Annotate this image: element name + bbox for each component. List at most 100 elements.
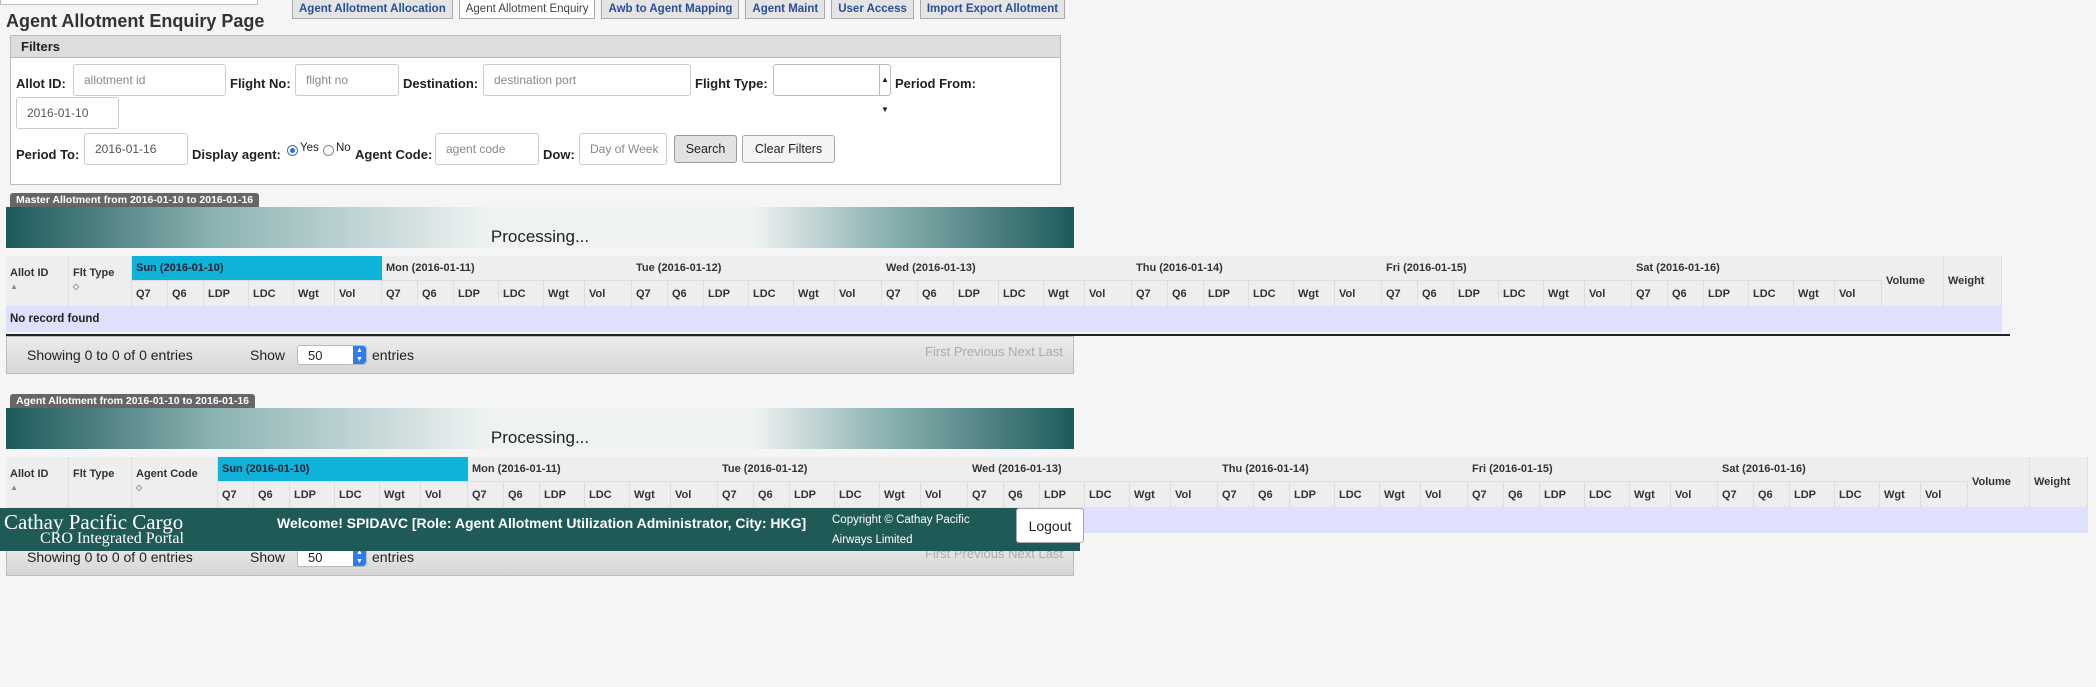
sub-column-header[interactable]: LDP (1040, 481, 1085, 507)
sub-column-header[interactable]: Wgt (1044, 280, 1085, 306)
sub-column-header[interactable]: LDC (999, 280, 1044, 306)
day-header[interactable]: Mon (2016-01-11) (468, 457, 718, 481)
sub-column-header[interactable]: LDC (1249, 280, 1294, 306)
tab-awb-to-agent-mapping[interactable]: Awb to Agent Mapping (601, 0, 740, 19)
sub-column-header[interactable]: Vol (671, 481, 718, 507)
sub-column-header[interactable]: Q7 (968, 481, 1004, 507)
tab-agent-maint[interactable]: Agent Maint (745, 0, 826, 19)
flt-type-column-header[interactable]: Flt Type (69, 457, 132, 507)
clear-filters-button[interactable]: Clear Filters (742, 135, 835, 163)
sub-column-header[interactable]: LDP (1290, 481, 1335, 507)
flt-type-column-header[interactable]: Flt Type ◇ (69, 256, 132, 306)
sub-column-header[interactable]: LDC (1585, 481, 1630, 507)
sub-column-header[interactable]: Q6 (918, 280, 954, 306)
sub-column-header[interactable]: Q6 (668, 280, 704, 306)
sub-column-header[interactable]: Wgt (1794, 280, 1835, 306)
day-header[interactable]: Tue (2016-01-12) (718, 457, 968, 481)
sub-column-header[interactable]: Vol (1085, 280, 1132, 306)
tab-user-access[interactable]: User Access (831, 0, 914, 19)
sub-column-header[interactable]: LDC (249, 280, 294, 306)
logout-button[interactable]: Logout (1016, 508, 1084, 543)
display-agent-yes-radio[interactable] (287, 145, 298, 156)
sub-column-header[interactable]: LDP (790, 481, 835, 507)
sub-column-header[interactable]: Vol (1335, 280, 1382, 306)
sub-column-header[interactable]: LDP (1204, 280, 1249, 306)
sub-column-header[interactable]: Wgt (544, 280, 585, 306)
sub-column-header[interactable]: Q6 (754, 481, 790, 507)
sub-column-header[interactable]: Vol (585, 280, 632, 306)
sub-column-header[interactable]: Q6 (168, 280, 204, 306)
sub-column-header[interactable]: Wgt (1294, 280, 1335, 306)
destination-input[interactable]: destination port (483, 64, 691, 96)
sub-column-header[interactable]: Vol (835, 280, 882, 306)
sub-column-header[interactable]: Q7 (882, 280, 918, 306)
sub-column-header[interactable]: LDP (454, 280, 499, 306)
sub-column-header[interactable]: Q7 (1632, 280, 1668, 306)
sub-column-header[interactable]: Q6 (1168, 280, 1204, 306)
day-header[interactable]: Sat (2016-01-16) (1718, 457, 1968, 481)
day-header[interactable]: Sat (2016-01-16) (1632, 256, 1882, 280)
sub-column-header[interactable]: LDP (704, 280, 749, 306)
day-header[interactable]: Tue (2016-01-12) (632, 256, 882, 280)
sub-column-header[interactable]: Q7 (718, 481, 754, 507)
day-header[interactable]: Fri (2016-01-15) (1468, 457, 1718, 481)
sub-column-header[interactable]: Vol (421, 481, 468, 507)
sub-column-header[interactable]: Wgt (1630, 481, 1671, 507)
volume-column-header[interactable]: Volume (1882, 256, 1944, 306)
sub-column-header[interactable]: LDC (1335, 481, 1380, 507)
sub-column-header[interactable]: Wgt (294, 280, 335, 306)
sub-column-header[interactable]: Vol (921, 481, 968, 507)
day-header[interactable]: Thu (2016-01-14) (1132, 256, 1382, 280)
sub-column-header[interactable]: Wgt (880, 481, 921, 507)
flight-type-select[interactable]: ▲ ▼ (773, 64, 891, 114)
sub-column-header[interactable]: Q6 (1004, 481, 1040, 507)
day-header[interactable]: Fri (2016-01-15) (1382, 256, 1632, 280)
sub-column-header[interactable]: Vol (1421, 481, 1468, 507)
allot-id-column-header[interactable]: Allot ID ▲ (6, 457, 69, 507)
sub-column-header[interactable]: Vol (1835, 280, 1882, 306)
sub-column-header[interactable]: Q7 (632, 280, 668, 306)
dow-input[interactable]: Day of Week (579, 133, 667, 165)
sub-column-header[interactable]: LDC (1499, 280, 1544, 306)
sub-column-header[interactable]: Q7 (468, 481, 504, 507)
sub-column-header[interactable]: LDP (1790, 481, 1835, 507)
sub-column-header[interactable]: Wgt (1130, 481, 1171, 507)
sub-column-header[interactable]: LDP (204, 280, 249, 306)
sub-column-header[interactable]: LDP (954, 280, 999, 306)
sub-column-header[interactable]: Q6 (418, 280, 454, 306)
sub-column-header[interactable]: LDC (1749, 280, 1794, 306)
sub-column-header[interactable]: Q7 (1132, 280, 1168, 306)
sub-column-header[interactable]: Wgt (380, 481, 421, 507)
sub-column-header[interactable]: LDC (499, 280, 544, 306)
day-header[interactable]: Wed (2016-01-13) (882, 256, 1132, 280)
sub-column-header[interactable]: LDP (1540, 481, 1585, 507)
sub-column-header[interactable]: Wgt (1880, 481, 1921, 507)
day-header[interactable]: Wed (2016-01-13) (968, 457, 1218, 481)
sub-column-header[interactable]: LDC (835, 481, 880, 507)
day-header[interactable]: Sun (2016-01-10) (132, 256, 382, 280)
sub-column-header[interactable]: LDC (1085, 481, 1130, 507)
tab-agent-allotment-allocation[interactable]: Agent Allotment Allocation (292, 0, 453, 19)
sub-column-header[interactable]: Q6 (254, 481, 290, 507)
sub-column-header[interactable]: Vol (1671, 481, 1718, 507)
sub-column-header[interactable]: Vol (1585, 280, 1632, 306)
period-from-input[interactable]: 2016-01-10 (16, 97, 119, 129)
sub-column-header[interactable]: LDP (290, 481, 335, 507)
sub-column-header[interactable]: LDC (585, 481, 630, 507)
sub-column-header[interactable]: Q6 (504, 481, 540, 507)
sub-column-header[interactable]: LDP (1704, 280, 1749, 306)
sub-column-header[interactable]: Q7 (1468, 481, 1504, 507)
sub-column-header[interactable]: Vol (1171, 481, 1218, 507)
sub-column-header[interactable]: Q7 (382, 280, 418, 306)
display-agent-no-radio[interactable] (323, 145, 334, 156)
master-pagination[interactable]: First Previous Next Last (925, 344, 1063, 359)
sub-column-header[interactable]: Q7 (218, 481, 254, 507)
sub-column-header[interactable]: Q7 (132, 280, 168, 306)
sub-column-header[interactable]: Q7 (1382, 280, 1418, 306)
sub-column-header[interactable]: Q6 (1254, 481, 1290, 507)
master-page-size-select[interactable]: 50 ▲ ▼ (297, 345, 367, 365)
sub-column-header[interactable]: Q7 (1218, 481, 1254, 507)
sub-column-header[interactable]: Wgt (794, 280, 835, 306)
sub-column-header[interactable]: Vol (1921, 481, 1968, 507)
volume-column-header[interactable]: Volume (1968, 457, 2030, 507)
